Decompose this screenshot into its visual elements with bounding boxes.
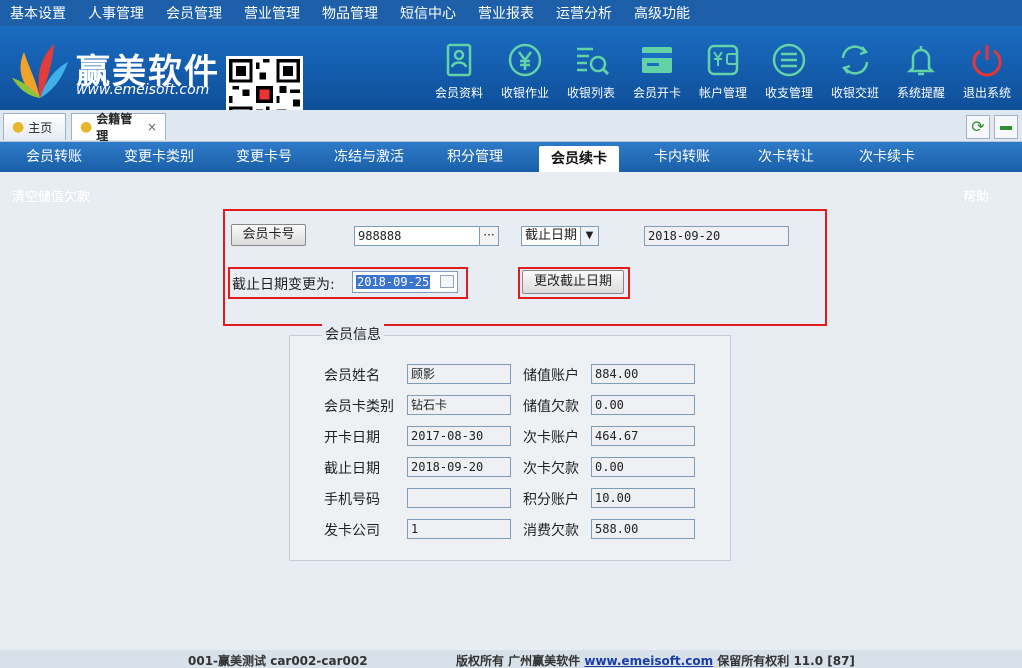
subnav-points[interactable]: 积分管理 <box>447 142 503 172</box>
date-type-select[interactable]: 截止日期 ▼ <box>521 226 599 246</box>
member-card-icon <box>446 43 472 77</box>
card-number-input[interactable]: 988888 <box>354 226 480 246</box>
menu-sms[interactable]: 短信中心 <box>400 3 456 23</box>
subnav-renew-card[interactable]: 会员续卡 <box>539 146 619 172</box>
phone-label: 手机号码 <box>324 492 380 508</box>
header-btn-exit[interactable]: 退出系统 <box>954 40 1020 112</box>
subnav-change-card-number[interactable]: 变更卡号 <box>236 142 292 172</box>
subnav-times-card-renew[interactable]: 次卡续卡 <box>859 142 915 172</box>
chevron-down-icon: ▼ <box>580 227 598 245</box>
header-btn-member-info[interactable]: 会员资料 <box>426 40 492 112</box>
consume-debt-label: 消费欠款 <box>523 523 579 539</box>
copyright: 版权所有 广州赢美软件 www.emeisoft.com 保留所有权利 11.0… <box>456 654 855 668</box>
lightbulb-icon: ● <box>12 119 25 135</box>
calendar-icon[interactable] <box>440 275 454 288</box>
status-footer: 001-赢美测试 car002-car002 版权所有 广州赢美软件 www.e… <box>0 650 1022 668</box>
menu-basic-settings[interactable]: 基本设置 <box>10 3 66 23</box>
member-name-field: 顾影 <box>407 364 511 384</box>
phone-field <box>407 488 511 508</box>
open-date-label: 开卡日期 <box>324 430 380 446</box>
menu-analysis[interactable]: 运营分析 <box>556 3 612 23</box>
lines-circle-icon <box>772 43 806 77</box>
brand-url: www.emeisoft.com <box>76 82 210 98</box>
menu-business[interactable]: 营业管理 <box>244 3 300 23</box>
card-icon <box>642 47 672 73</box>
subnav-times-card-transfer[interactable]: 次卡转让 <box>758 142 814 172</box>
new-date-input[interactable]: 2018-09-25 <box>352 271 458 293</box>
times-debt-label: 次卡欠款 <box>523 461 579 477</box>
stored-debt-field: 0.00 <box>591 395 695 415</box>
power-icon <box>972 45 1002 77</box>
menu-reports[interactable]: 营业报表 <box>478 3 534 23</box>
stored-debt-label: 储值欠款 <box>523 399 579 415</box>
brand-logo-icon <box>12 44 68 98</box>
subnav-member-transfer[interactable]: 会员转账 <box>26 142 82 172</box>
footer-url-link[interactable]: www.emeisoft.com <box>584 654 713 668</box>
times-account-field: 464.67 <box>591 426 695 446</box>
refresh-icon[interactable]: ⟳ <box>966 115 990 139</box>
list-search-icon <box>577 47 610 76</box>
subnav: 会员转账 变更卡类别 变更卡号 冻结与激活 积分管理 会员续卡 卡内转账 次卡转… <box>0 142 1022 172</box>
main-content: 清空储值欠款 帮助 会员卡号 988888 ··· 截止日期 ▼ 2018-09… <box>0 172 1022 650</box>
card-type-label: 会员卡类别 <box>324 399 394 415</box>
header-btn-cashier-list[interactable]: 收银列表 <box>558 40 624 112</box>
subnav-in-card-transfer[interactable]: 卡内转账 <box>654 142 710 172</box>
header-btn-cashier[interactable]: 收银作业 <box>492 40 558 112</box>
current-expiry-field: 2018-09-20 <box>644 226 789 246</box>
expiry-date-field: 2018-09-20 <box>407 457 511 477</box>
header-btn-income-expense[interactable]: 收支管理 <box>756 40 822 112</box>
open-date-field: 2017-08-30 <box>407 426 511 446</box>
stored-value-label: 储值账户 <box>523 368 579 384</box>
times-debt-field: 0.00 <box>591 457 695 477</box>
top-menubar: 基本设置 人事管理 会员管理 营业管理 物品管理 短信中心 营业报表 运营分析 … <box>0 0 1022 26</box>
header-btn-open-card[interactable]: 会员开卡 <box>624 40 690 112</box>
header-btn-reminder[interactable]: 系统提醒 <box>888 40 954 112</box>
clear-debt-link[interactable]: 清空储值欠款 <box>12 186 90 205</box>
points-field: 10.00 <box>591 488 695 508</box>
header-btn-account[interactable]: 帐户管理 <box>690 40 756 112</box>
issuer-label: 发卡公司 <box>324 523 380 539</box>
consume-debt-field: 588.00 <box>591 519 695 539</box>
lightbulb-icon: ● <box>80 119 93 135</box>
bell-icon <box>906 46 936 76</box>
page-tabstrip: ● 主页 ● 会籍管理 × ⟳ <box>0 110 1022 143</box>
card-type-field: 钻石卡 <box>407 395 511 415</box>
points-label: 积分账户 <box>523 492 579 508</box>
tab-home[interactable]: ● 主页 <box>3 113 66 140</box>
menu-goods[interactable]: 物品管理 <box>322 3 378 23</box>
new-date-label: 截止日期变更为: <box>232 277 335 293</box>
times-account-label: 次卡账户 <box>523 430 579 446</box>
header-btn-shift-handover[interactable]: 收银交班 <box>822 40 888 112</box>
stored-value-field: 884.00 <box>591 364 695 384</box>
subnav-freeze-activate[interactable]: 冻结与激活 <box>334 142 404 172</box>
menu-advanced[interactable]: 高级功能 <box>634 3 690 23</box>
member-name-label: 会员姓名 <box>324 368 380 384</box>
close-icon[interactable]: × <box>147 120 157 134</box>
wallet-icon <box>707 44 739 76</box>
help-link[interactable]: 帮助 <box>963 186 989 205</box>
minimize-icon[interactable] <box>994 115 1018 139</box>
card-lookup-button[interactable]: ··· <box>479 226 499 246</box>
app-header: 赢美软件 www.emeisoft.com 会员资料 收银作业 收银列表 会员开… <box>0 26 1022 133</box>
yen-circle-icon <box>508 43 542 77</box>
member-info-legend: 会员信息 <box>322 324 384 344</box>
change-expiry-button[interactable]: 更改截止日期 <box>522 270 624 294</box>
cycle-icon <box>841 45 869 75</box>
member-card-button[interactable]: 会员卡号 <box>231 224 306 246</box>
tab-membership[interactable]: ● 会籍管理 × <box>71 112 166 143</box>
expiry-date-label: 截止日期 <box>324 461 380 477</box>
store-info: 001-赢美测试 car002-car002 <box>188 654 368 668</box>
issuer-field: 1 <box>407 519 511 539</box>
menu-member[interactable]: 会员管理 <box>166 3 222 23</box>
subnav-change-card-type[interactable]: 变更卡类别 <box>124 142 194 172</box>
menu-hr[interactable]: 人事管理 <box>88 3 144 23</box>
